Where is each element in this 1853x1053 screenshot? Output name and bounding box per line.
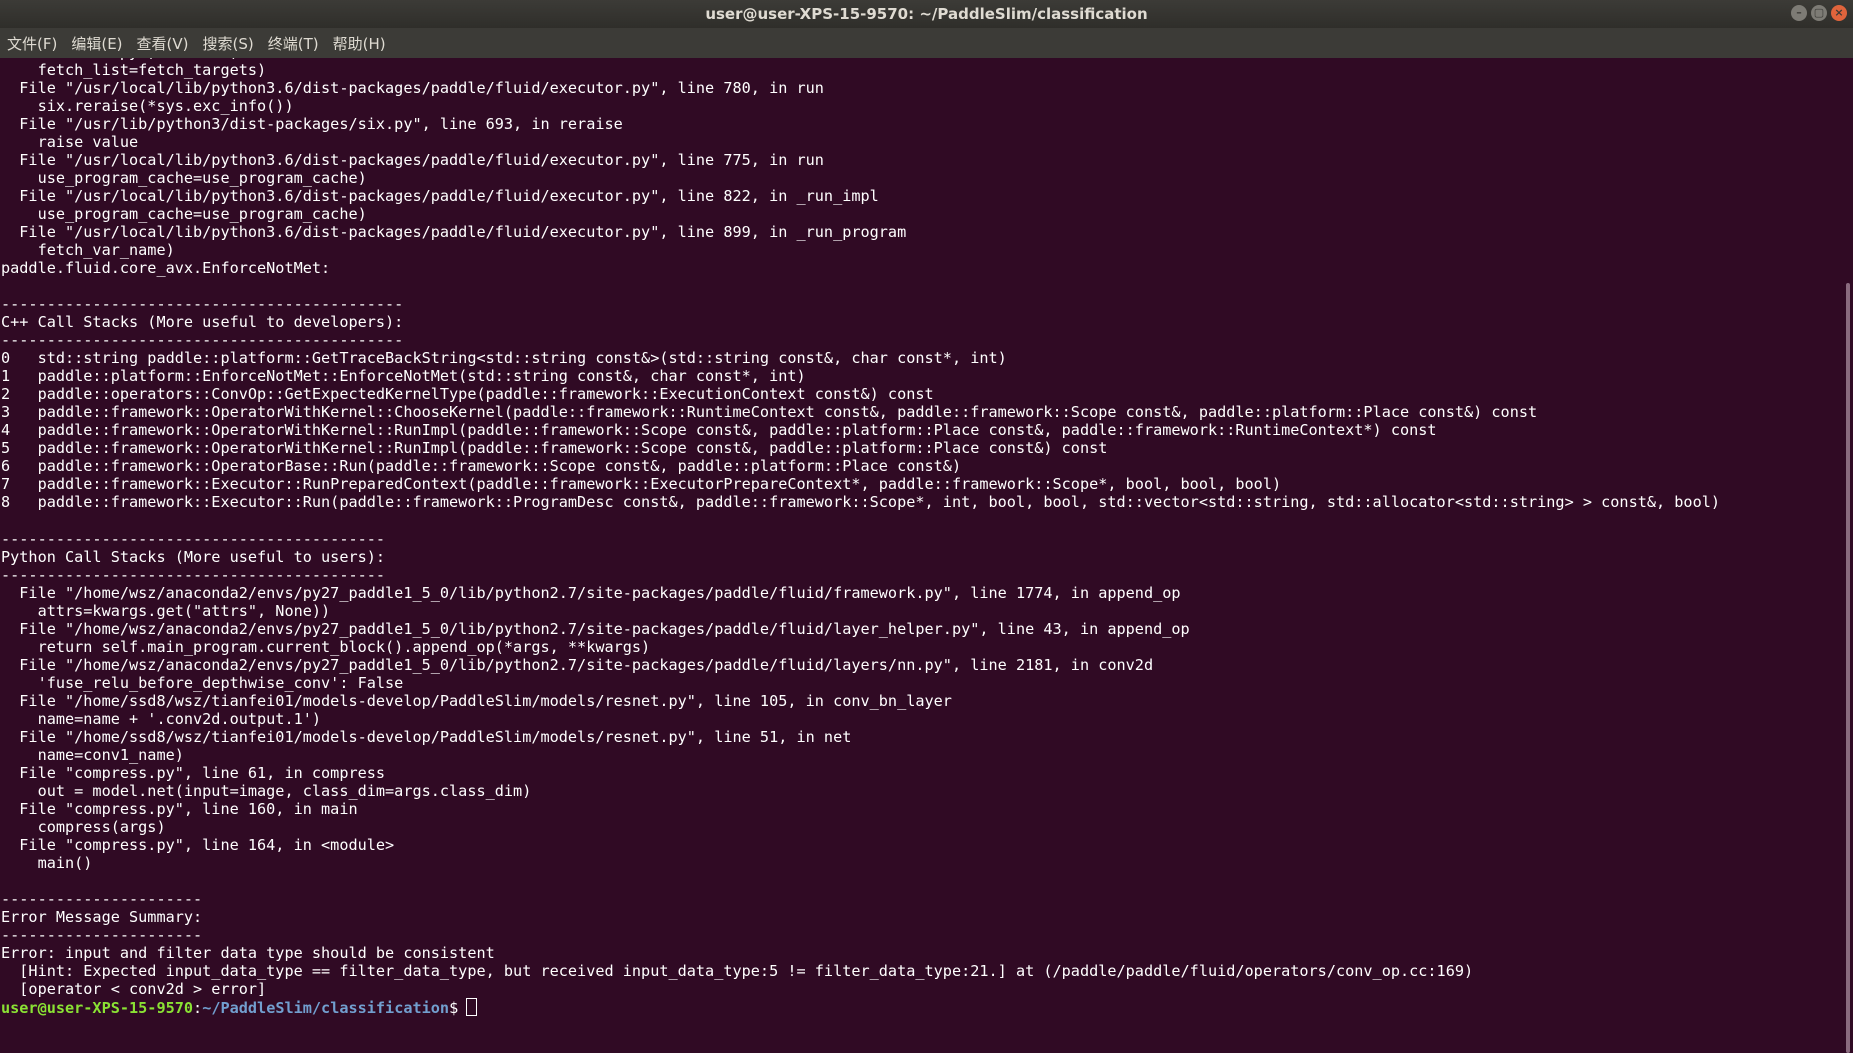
terminal-line: 'fuse_relu_before_depthwise_conv': False: [1, 673, 404, 692]
minimize-icon[interactable]: –: [1791, 5, 1807, 21]
window-titlebar[interactable]: user@user-XPS-15-9570: ~/PaddleSlim/clas…: [0, 0, 1853, 28]
terminal-line: 8 paddle::framework::Executor::Run(paddl…: [1, 493, 1721, 512]
terminal-line: ----------------------------------------…: [1, 529, 386, 548]
terminal-line: 7 paddle::framework::Executor::RunPrepar…: [1, 475, 1282, 494]
terminal-line: ----------------------------------------…: [1, 565, 386, 584]
terminal-line: File "compress.py", line 160, in main: [1, 799, 358, 818]
terminal-line: compress(args): [1, 817, 166, 836]
shell-prompt[interactable]: user@user-XPS-15-9570:~/PaddleSlim/class…: [1, 997, 1720, 1017]
terminal-line: C++ Call Stacks (More useful to develope…: [1, 313, 404, 332]
menu-edit[interactable]: 编辑(E): [64, 33, 129, 54]
terminal-line: paddle.fluid.core_avx.EnforceNotMet:: [1, 259, 331, 278]
terminal-line: use_program_cache=use_program_cache): [1, 169, 367, 188]
terminal-line: [operator < conv2d > error]: [1, 979, 267, 998]
window-title: user@user-XPS-15-9570: ~/PaddleSlim/clas…: [705, 5, 1148, 23]
terminal-line: [Hint: Expected input_data_type == filte…: [1, 961, 1474, 980]
scrollbar-thumb[interactable]: [1846, 283, 1850, 1053]
prompt-path: ~/PaddleSlim/classification: [202, 998, 450, 1017]
terminal-line: name=name + '.conv2d.output.1'): [1, 709, 322, 728]
terminal-line: use_program_cache=use_program_cache): [1, 205, 367, 224]
terminal-line: 0 std::string paddle::platform::GetTrace…: [1, 349, 1007, 368]
terminal-line: 4 paddle::framework::OperatorWithKernel:…: [1, 421, 1437, 440]
terminal-line: ----------------------------------------…: [1, 295, 404, 314]
terminal-line: attrs=kwargs.get("attrs", None)): [1, 601, 331, 620]
terminal-line: out = model.net(input=image, class_dim=a…: [1, 781, 532, 800]
terminal-output[interactable]: eval(args) File "eval.py", line 63, in e…: [0, 58, 1840, 1053]
terminal-line: name=conv1_name): [1, 745, 184, 764]
terminal-line: File "/usr/local/lib/python3.6/dist-pack…: [1, 223, 907, 242]
terminal-line: Python Call Stacks (More useful to users…: [1, 547, 386, 566]
terminal-line: File "/home/ssd8/wsz/tianfei01/models-de…: [1, 727, 852, 746]
terminal-line: File "compress.py", line 164, in <module…: [1, 835, 395, 854]
terminal-line: File "/usr/local/lib/python3.6/dist-pack…: [1, 151, 824, 170]
terminal-line: 1 paddle::platform::EnforceNotMet::Enfor…: [1, 367, 806, 386]
close-icon[interactable]: ×: [1831, 5, 1847, 21]
terminal-text: eval(args) File "eval.py", line 63, in e…: [1, 58, 1720, 1052]
maximize-icon[interactable]: ▢: [1811, 5, 1827, 21]
menu-view[interactable]: 查看(V): [130, 33, 196, 54]
menu-bar: 文件(F) 编辑(E) 查看(V) 搜索(S) 终端(T) 帮助(H): [0, 28, 1853, 58]
terminal-line: File "/usr/lib/python3/dist-packages/six…: [1, 115, 623, 134]
menu-search[interactable]: 搜索(S): [196, 33, 261, 54]
terminal-line: return self.main_program.current_block()…: [1, 637, 651, 656]
terminal-line: fetch_var_name): [1, 241, 175, 260]
terminal-line: File "/usr/local/lib/python3.6/dist-pack…: [1, 187, 879, 206]
terminal-line: File "/home/wsz/anaconda2/envs/py27_padd…: [1, 619, 1190, 638]
terminal-line: raise value: [1, 133, 139, 152]
terminal-line: main(): [1, 853, 93, 872]
terminal-line: File "/home/wsz/anaconda2/envs/py27_padd…: [1, 655, 1154, 674]
terminal-line: Error Message Summary:: [1, 907, 203, 926]
prompt-sign: $: [449, 998, 459, 1017]
prompt-user-host: user@user-XPS-15-9570: [1, 998, 194, 1017]
terminal-line: File "compress.py", line 61, in compress: [1, 763, 386, 782]
menu-help[interactable]: 帮助(H): [326, 33, 393, 54]
terminal-line: File "/home/wsz/anaconda2/envs/py27_padd…: [1, 583, 1181, 602]
window-controls: – ▢ ×: [1791, 5, 1847, 21]
terminal-line: six.reraise(*sys.exc_info()): [1, 97, 294, 116]
terminal-line: ----------------------------------------…: [1, 331, 404, 350]
terminal-line: 3 paddle::framework::OperatorWithKernel:…: [1, 403, 1538, 422]
terminal-line: File "/usr/local/lib/python3.6/dist-pack…: [1, 79, 824, 98]
terminal-line: fetch_list=fetch_targets): [1, 61, 267, 80]
prompt-colon: :: [193, 998, 203, 1017]
text-cursor: [466, 997, 478, 1016]
terminal-scrollbar[interactable]: [1840, 58, 1853, 1053]
terminal-line: Error: input and filter data type should…: [1, 943, 495, 962]
terminal-line: 2 paddle::operators::ConvOp::GetExpected…: [1, 385, 934, 404]
menu-file[interactable]: 文件(F): [0, 33, 64, 54]
terminal-line: 6 paddle::framework::OperatorBase::Run(p…: [1, 457, 962, 476]
terminal-line: ----------------------: [1, 889, 203, 908]
terminal-line: ----------------------: [1, 925, 203, 944]
menu-terminal[interactable]: 终端(T): [261, 33, 326, 54]
terminal-line: 5 paddle::framework::OperatorWithKernel:…: [1, 439, 1108, 458]
terminal-line: File "/home/ssd8/wsz/tianfei01/models-de…: [1, 691, 952, 710]
